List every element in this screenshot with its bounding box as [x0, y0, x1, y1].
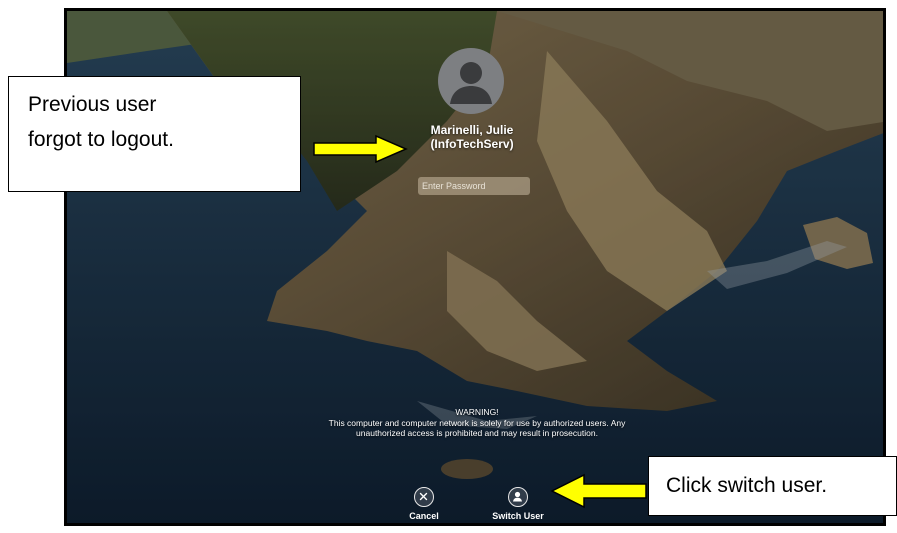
- user-avatar[interactable]: [438, 48, 504, 114]
- switch-user-button[interactable]: Switch User: [486, 487, 550, 521]
- warning-notice: WARNING! This computer and computer netw…: [277, 407, 677, 439]
- switch-user-label: Switch User: [492, 511, 544, 521]
- warning-line1: This computer and computer network is so…: [328, 417, 626, 428]
- x-circle-icon: [414, 487, 434, 507]
- callout-1-line2: forgot to logout.: [28, 128, 174, 151]
- person-circle-icon: [508, 487, 528, 507]
- callout-click-switch-user: Click switch user.: [648, 456, 897, 516]
- callout-previous-user: Previous user forgot to logout.: [8, 76, 301, 192]
- callout-1-line1: Previous user: [28, 93, 157, 116]
- arrow-left-icon: [550, 473, 647, 509]
- warning-line2: unauthorized access is prohibited and ma…: [356, 428, 598, 438]
- warning-title: WARNING!: [455, 407, 499, 417]
- cancel-button[interactable]: Cancel: [392, 487, 456, 521]
- person-silhouette-icon: [450, 62, 492, 104]
- password-field[interactable]: [418, 177, 530, 195]
- arrow-right-icon: [313, 134, 408, 164]
- cancel-label: Cancel: [409, 511, 439, 521]
